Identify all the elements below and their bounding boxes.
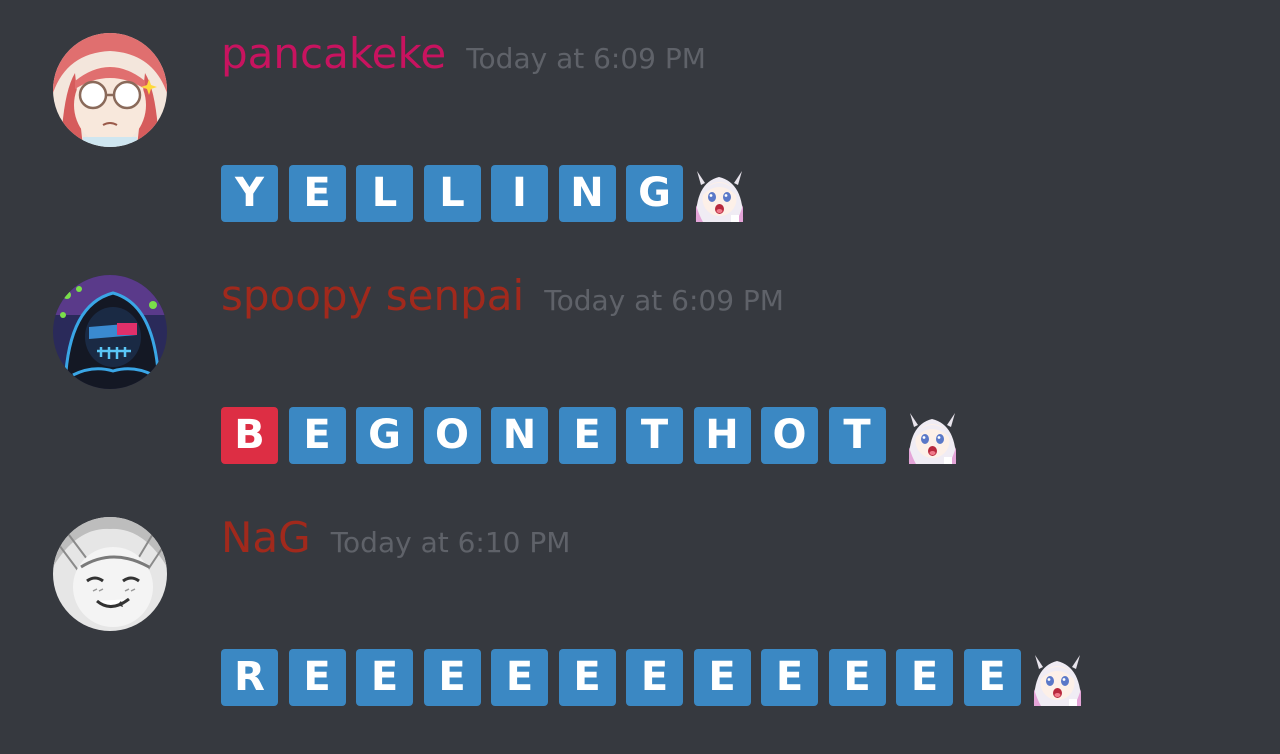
regional-indicator-e-emoji: E <box>558 649 616 706</box>
regional-indicator-l-emoji: L <box>423 165 481 222</box>
regional-indicator-n-emoji: N <box>491 407 548 464</box>
regional-indicator-g-emoji: G <box>356 407 413 464</box>
regional-indicator-o-emoji: O <box>423 407 481 464</box>
regional-indicator-r-emoji: R <box>221 649 278 706</box>
message-header: pancakeke Today at 6:09 PM <box>221 26 706 82</box>
timestamp: Today at 6:09 PM <box>466 42 706 75</box>
timestamp: Today at 6:10 PM <box>330 526 571 559</box>
username[interactable]: pancakeke <box>221 29 446 78</box>
regional-indicator-e-emoji: E <box>356 649 413 706</box>
avatar-skeleton-hood-icon <box>53 275 167 389</box>
regional-indicator-e-emoji: E <box>963 649 1021 706</box>
regional-indicator-n-emoji: N <box>558 165 616 222</box>
regional-indicator-t-emoji: T <box>828 407 886 464</box>
regional-indicator-e-emoji: E <box>828 649 886 706</box>
regional-indicator-l-emoji: L <box>356 165 413 222</box>
regional-indicator-e-emoji: E <box>288 649 346 706</box>
regional-indicator-e-emoji: E <box>558 407 616 464</box>
message-content: REEEEEEEEEEE <box>221 649 1086 706</box>
chat-message: pancakeke Today at 6:09 PM YELLING <box>0 0 1280 242</box>
avatar[interactable] <box>53 275 167 389</box>
message-content: YELLING <box>221 165 748 222</box>
regional-indicator-g-emoji: G <box>626 165 683 222</box>
avatar-manga-face-icon <box>53 517 167 631</box>
regional-indicator-e-emoji: E <box>491 649 548 706</box>
chat-message-list: pancakeke Today at 6:09 PM YELLING spoop… <box>0 0 1280 754</box>
message-content: BEGONETHOT <box>221 407 961 464</box>
timestamp: Today at 6:09 PM <box>544 284 784 317</box>
kanna-shocked-emoji <box>691 165 748 222</box>
b-button-emoji: B <box>221 407 278 464</box>
kanna-shocked-emoji <box>1029 649 1086 706</box>
regional-indicator-e-emoji: E <box>423 649 481 706</box>
avatar-glasses-girl-icon <box>53 33 167 147</box>
kanna-shocked-emoji <box>904 407 961 464</box>
chat-message: spoopy senpai Today at 6:09 PM BEGONETHOT <box>0 242 1280 484</box>
regional-indicator-e-emoji: E <box>896 649 953 706</box>
message-header: spoopy senpai Today at 6:09 PM <box>221 268 784 324</box>
regional-indicator-o-emoji: O <box>761 407 818 464</box>
username[interactable]: NaG <box>221 513 311 562</box>
regional-indicator-i-emoji: I <box>491 165 548 222</box>
chat-message: NaG Today at 6:10 PM REEEEEEEEEEE <box>0 484 1280 726</box>
message-header: NaG Today at 6:10 PM <box>221 510 570 566</box>
regional-indicator-e-emoji: E <box>288 165 346 222</box>
username[interactable]: spoopy senpai <box>221 271 524 320</box>
regional-indicator-e-emoji: E <box>626 649 683 706</box>
regional-indicator-e-emoji: E <box>761 649 818 706</box>
regional-indicator-y-emoji: Y <box>221 165 278 222</box>
regional-indicator-e-emoji: E <box>693 649 751 706</box>
avatar[interactable] <box>53 33 167 147</box>
avatar[interactable] <box>53 517 167 631</box>
regional-indicator-h-emoji: H <box>693 407 751 464</box>
regional-indicator-e-emoji: E <box>288 407 346 464</box>
regional-indicator-t-emoji: T <box>626 407 683 464</box>
